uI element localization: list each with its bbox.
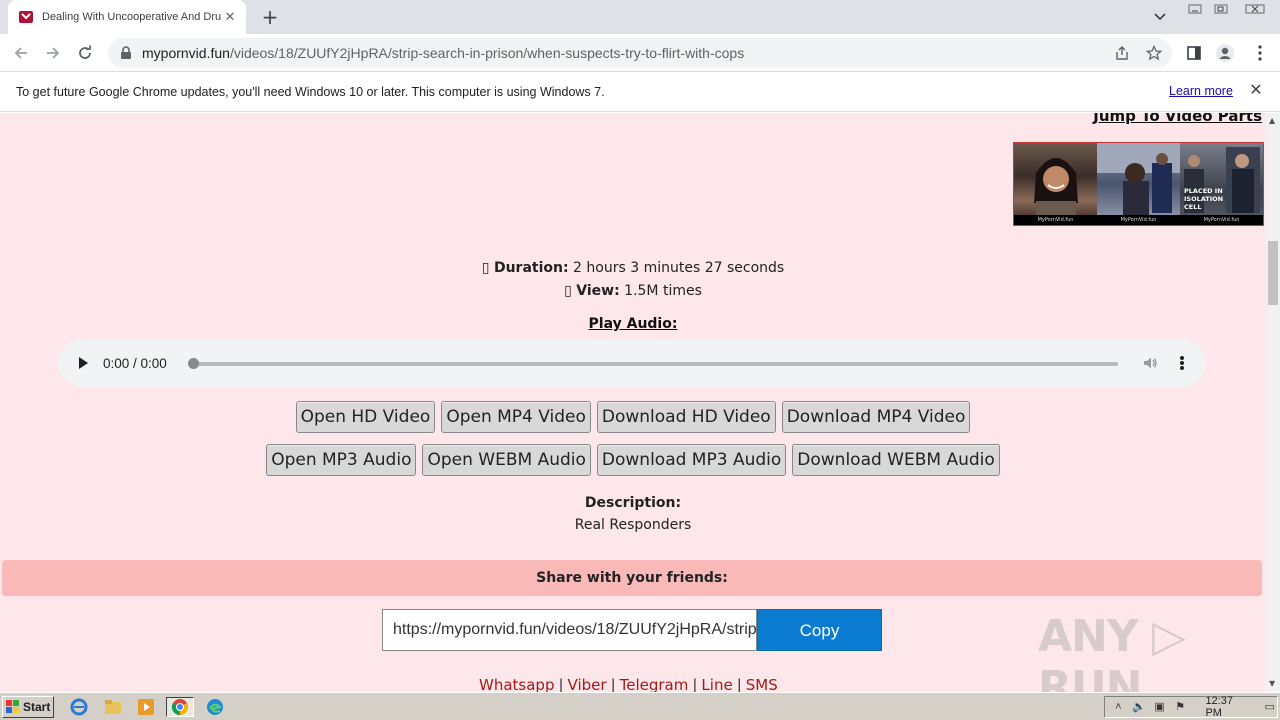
download-mp3-audio-button[interactable]: Download MP3 Audio [596, 444, 787, 476]
minimize-icon[interactable] [1183, 0, 1207, 18]
duration-label: Duration: [493, 260, 569, 276]
sms-link[interactable]: SMS [746, 676, 778, 692]
video-buttons-row: Open HD Video Open MP4 Video Download HD… [0, 401, 1266, 433]
internet-explorer-icon[interactable] [68, 697, 90, 717]
browser-toolbar: mypornvid.fun/videos/18/ZUUfY2jHpRA/stri… [0, 34, 1280, 72]
audio-player: 0:00 / 0:00 [58, 339, 1206, 387]
url-text: mypornvid.fun/videos/18/ZUUfY2jHpRA/stri… [142, 45, 745, 61]
scroll-up-icon[interactable]: ▲ [1269, 116, 1275, 125]
page-content: Jump To Video Parts MyPornVid.fun MyPorn… [0, 113, 1266, 692]
network-tray-icon[interactable]: ▣ [1152, 699, 1167, 715]
thumbnail-caption: MyPornVid.fun [1097, 215, 1180, 225]
duration-line: ▯ Duration: 2 hours 3 minutes 27 seconds [0, 260, 1266, 276]
audio-more-options-icon[interactable] [1174, 355, 1190, 371]
infobar-close-icon[interactable]: ✕ [1248, 83, 1264, 99]
browser-tab[interactable]: Dealing With Uncooperative And Dru ✕ [8, 0, 246, 34]
taskbar-clock[interactable]: 12:37 PM [1205, 695, 1248, 719]
viber-link[interactable]: Viber [568, 676, 607, 692]
view-label: View: [576, 283, 620, 299]
audio-time: 0:00 / 0:00 [103, 355, 167, 371]
thumbnail-caption: MyPornVid.fun [1180, 215, 1263, 225]
audio-seek-bar[interactable] [192, 362, 1118, 366]
back-arrow-icon[interactable] [6, 38, 36, 68]
whatsapp-link[interactable]: Whatsapp [479, 676, 554, 692]
video-part-thumbnail[interactable]: PLACED IN ISOLATION CELL MyPornVid.fun [1180, 143, 1263, 225]
description-value: Real Responders [574, 517, 692, 533]
system-tray: ˄ 🔈 ▣ ⚑ 12:37 PM ▭ [1104, 695, 1278, 719]
line-link[interactable]: Line [701, 676, 732, 692]
restore-icon[interactable] [1209, 0, 1233, 18]
open-hd-video-button[interactable]: Open HD Video [295, 401, 436, 433]
start-label: Start [23, 700, 51, 714]
learn-more-link[interactable]: Learn more [1169, 84, 1233, 98]
download-webm-audio-button[interactable]: Download WEBM Audio [792, 444, 1000, 476]
windows-taskbar: Start ˄ 🔈 ▣ ⚑ 12:37 PM ▭ [0, 692, 1280, 720]
site-favicon-icon [18, 9, 34, 25]
reload-icon[interactable] [70, 38, 100, 68]
audio-buttons-row: Open MP3 Audio Open WEBM Audio Download … [0, 444, 1266, 476]
open-mp4-video-button[interactable]: Open MP4 Video [441, 401, 591, 433]
share-url-box: https://mypornvid.fun/videos/18/ZUUfY2jH… [382, 609, 882, 651]
start-button[interactable]: Start [2, 696, 54, 718]
social-share-links: Whatsapp | Viber | Telegram | Line | SMS [479, 676, 778, 692]
tab-strip: Dealing With Uncooperative And Dru ✕ + [0, 0, 1280, 34]
views-line: ▯ View: 1.5M times [0, 283, 1266, 299]
duration-value: 2 hours 3 minutes 27 seconds [573, 260, 785, 276]
lock-icon[interactable] [120, 46, 134, 60]
view-value: 1.5M times [624, 283, 702, 299]
video-part-thumbnail[interactable]: MyPornVid.fun [1097, 143, 1180, 225]
scrollbar-thumb[interactable] [1268, 241, 1278, 305]
file-explorer-icon[interactable] [102, 697, 124, 717]
open-mp3-audio-button[interactable]: Open MP3 Audio [266, 444, 417, 476]
video-part-thumbnail[interactable]: MyPornVid.fun [1014, 143, 1097, 225]
menu-kebab-icon[interactable] [1248, 41, 1272, 65]
play-audio-heading: Play Audio: [588, 316, 678, 332]
jump-to-video-parts-link[interactable]: Jump To Video Parts [1093, 113, 1262, 125]
share-icon[interactable] [1110, 41, 1134, 65]
tab-title: Dealing With Uncooperative And Dru [42, 11, 222, 23]
profile-avatar-icon[interactable] [1213, 41, 1237, 65]
eye-icon: ▯ [564, 283, 572, 299]
bookmark-star-icon[interactable] [1142, 41, 1166, 65]
chrome-taskbar-icon[interactable] [166, 697, 194, 717]
video-parts-thumbnails: MyPornVid.fun MyPornVid.fun PLACED IN IS… [1013, 142, 1264, 226]
anyrun-watermark-logo: ANY ▷ RUN [1038, 611, 1186, 692]
update-infobar: To get future Google Chrome updates, you… [0, 72, 1280, 112]
window-close-icon[interactable] [1240, 0, 1270, 18]
download-mp4-video-button[interactable]: Download MP4 Video [781, 401, 971, 433]
windows-flag-icon [6, 700, 20, 714]
share-heading: Share with your friends: [2, 560, 1262, 596]
tab-search-chevron-icon[interactable] [1150, 8, 1170, 26]
play-icon[interactable] [76, 356, 90, 370]
thumbnail-caption: MyPornVid.fun [1014, 215, 1097, 225]
infobar-message: To get future Google Chrome updates, you… [16, 84, 605, 99]
share-url-input[interactable]: https://mypornvid.fun/videos/18/ZUUfY2jH… [382, 609, 757, 651]
download-hd-video-button[interactable]: Download HD Video [596, 401, 776, 433]
volume-tray-icon[interactable]: 🔈 [1132, 699, 1147, 715]
edge-icon[interactable] [204, 697, 226, 717]
copy-button[interactable]: Copy [757, 609, 882, 651]
action-center-flag-icon[interactable]: ⚑ [1173, 699, 1188, 715]
audio-seek-handle[interactable] [188, 358, 199, 369]
show-desktop-icon[interactable]: ▭ [1262, 699, 1277, 715]
thumbnail-overlay-text: PLACED IN ISOLATION CELL [1184, 187, 1224, 211]
address-bar[interactable]: mypornvid.fun/videos/18/ZUUfY2jHpRA/stri… [108, 38, 1172, 68]
scroll-down-icon[interactable]: ▼ [1269, 679, 1275, 688]
open-webm-audio-button[interactable]: Open WEBM Audio [422, 444, 591, 476]
page-scrollbar[interactable]: ▲ ▼ [1266, 113, 1280, 692]
volume-icon[interactable] [1142, 355, 1158, 371]
side-panel-icon[interactable] [1182, 41, 1206, 65]
tray-expand-icon[interactable]: ˄ [1111, 699, 1126, 715]
clock-icon: ▯ [481, 260, 490, 276]
forward-arrow-icon[interactable] [38, 38, 68, 68]
description-label: Description: [584, 495, 682, 511]
new-tab-icon[interactable]: + [258, 5, 282, 29]
tab-close-icon[interactable]: ✕ [222, 9, 238, 25]
media-player-icon[interactable] [135, 697, 157, 717]
telegram-link[interactable]: Telegram [620, 676, 689, 692]
